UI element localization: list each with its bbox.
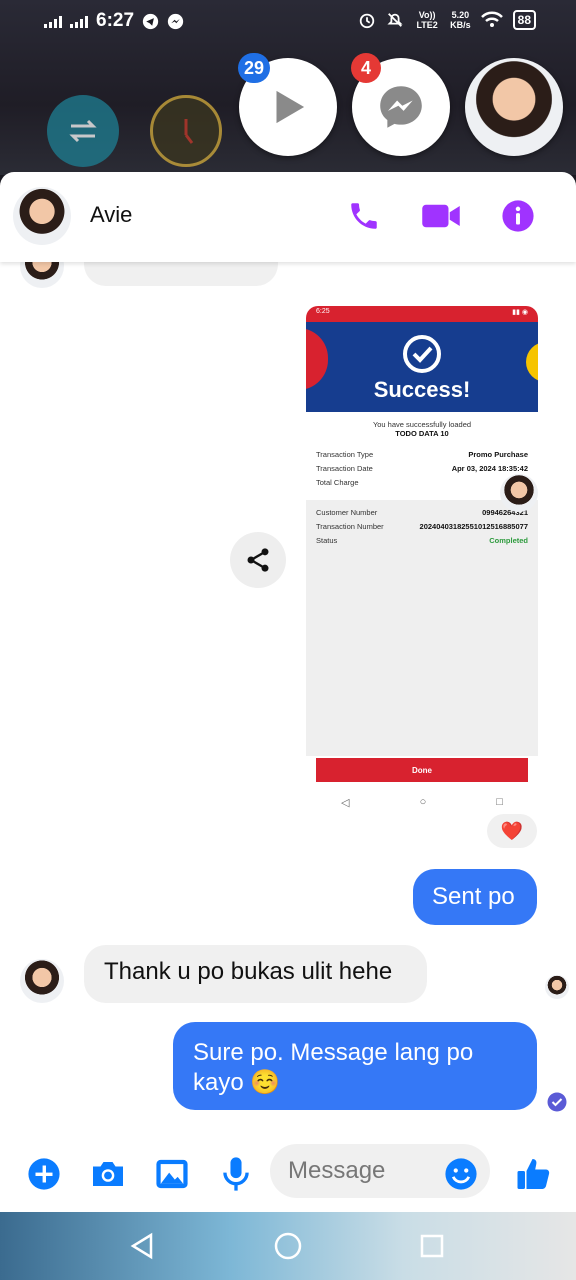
screenshot-status-time: 6:25	[316, 308, 330, 315]
done-button: Done	[316, 758, 528, 782]
image-icon	[156, 1159, 188, 1189]
receipt-row-value: 20240403182551012516885077	[419, 522, 528, 531]
message-list[interactable]: 09946264321 6:25▮▮ ◉ Success! You have s…	[0, 262, 576, 1140]
unread-badge: 29	[238, 53, 271, 83]
shared-screenshot-image[interactable]: 6:25 ▮▮ ◉ Success! You have successfully …	[306, 306, 538, 816]
video-camera-icon	[422, 204, 460, 228]
message-bubble-outgoing[interactable]: Sent po	[413, 869, 537, 925]
message-bubble-outgoing[interactable]: Sure po. Message lang po kayo ☺️	[173, 1022, 537, 1110]
receipt-rows-bottom: Customer Number 09946264321 Transaction Nu…	[306, 506, 538, 548]
unread-badge: 4	[351, 53, 381, 83]
receipt-row-label: Status	[316, 536, 338, 545]
sender-avatar	[20, 959, 64, 1003]
speed-unit: KB/s	[450, 20, 471, 30]
emoji-icon	[445, 1158, 477, 1190]
receipt-details-panel: Customer Number 09946264321 Transaction Nu…	[306, 500, 538, 756]
messenger-icon	[380, 86, 422, 128]
more-actions-button[interactable]	[24, 1154, 64, 1194]
check-circle-icon	[403, 335, 441, 373]
conversation-info-button[interactable]	[498, 196, 538, 236]
receipt-product: TODO DATA 10	[395, 429, 449, 438]
receipt-subtitle: You have successfully loaded	[372, 420, 472, 429]
like-button[interactable]	[514, 1154, 554, 1194]
nav-recents-button[interactable]	[415, 1229, 449, 1263]
contact-name[interactable]: Avie	[90, 202, 132, 228]
camera-icon	[93, 1162, 123, 1186]
telegram-icon	[142, 13, 159, 29]
background-app-icon	[47, 95, 119, 167]
delivered-check-icon	[547, 1092, 567, 1112]
receipt-row-value: Completed	[489, 536, 528, 545]
success-title: Success!	[373, 377, 471, 402]
receipt-row-label: Transaction Date	[316, 464, 373, 473]
recents-icon: □	[496, 796, 503, 808]
sender-avatar	[20, 262, 64, 288]
overlay-avatar	[500, 474, 538, 512]
gallery-button[interactable]	[152, 1154, 192, 1194]
transfer-icon	[69, 119, 97, 143]
network-label: Vo)) LTE2	[416, 10, 438, 30]
receipt-row-label: Customer Number	[316, 508, 378, 517]
info-icon	[502, 200, 534, 232]
home-icon: ○	[419, 796, 427, 808]
signal-1-icon	[44, 14, 62, 28]
receipt-row: Transaction Date Apr 03, 2024 18:35:42	[306, 462, 538, 476]
receipt-row-label: Transaction Number	[316, 522, 384, 531]
audio-call-button[interactable]	[344, 196, 384, 236]
back-icon: ◁	[341, 797, 350, 809]
battery-indicator: 88	[512, 10, 536, 30]
chat-head-avie[interactable]	[465, 58, 563, 156]
play-icon	[276, 90, 305, 124]
speed-value: 5.20	[451, 10, 470, 20]
thumbs-up-icon	[517, 1159, 550, 1189]
status-bar: 6:27 Vo)) LTE2 5.20 KB/s 88	[0, 0, 576, 44]
success-banner: Success!	[306, 322, 538, 412]
message-composer	[0, 1140, 576, 1212]
background-clock-icon	[150, 95, 222, 167]
speed-indicator: 5.20 KB/s	[450, 10, 471, 30]
plus-icon	[28, 1158, 60, 1190]
receipt-row: Transaction Number 2024040318255101251688…	[306, 520, 538, 534]
home-circle-icon	[274, 1232, 302, 1260]
share-icon	[247, 548, 269, 572]
messenger-status-icon	[167, 13, 184, 29]
recents-square-icon	[420, 1234, 444, 1258]
wifi-icon	[480, 11, 503, 27]
mute-icon	[387, 13, 403, 27]
nav-home-button[interactable]	[271, 1229, 305, 1263]
status-time: 6:27	[96, 10, 135, 31]
video-call-button[interactable]	[421, 196, 461, 236]
nav-back-button[interactable]	[125, 1229, 159, 1263]
receipt-row: Customer Number 09946264321	[306, 506, 538, 520]
receipt-row: Status Completed	[306, 534, 538, 548]
system-navigation-bar	[0, 1212, 576, 1280]
receipt-row: Transaction Type Promo Purchase	[306, 448, 538, 462]
screenshot-nav-bar: ◁ ○ □	[306, 796, 538, 809]
alarm-icon	[359, 13, 375, 29]
reaction-badge[interactable]: ❤️	[487, 814, 537, 848]
receipt-row-value: Promo Purchase	[468, 450, 528, 459]
camera-button[interactable]	[88, 1154, 128, 1194]
seen-receipt-avatar	[545, 975, 569, 999]
voice-message-button[interactable]	[216, 1154, 256, 1194]
screenshot-status-bar: 6:25 ▮▮ ◉	[306, 306, 538, 322]
microphone-icon	[223, 1157, 249, 1191]
receipt-body: You have successfully loaded TODO DATA 1…	[306, 412, 538, 756]
share-button[interactable]	[230, 532, 286, 588]
conversation-header: Avie	[0, 172, 576, 262]
emoji-button[interactable]	[441, 1154, 481, 1194]
receipt-row-label: Total Charge	[316, 478, 359, 487]
signal-2-icon	[70, 14, 88, 28]
message-bubble-incoming[interactable]: 09946264321	[84, 262, 278, 286]
back-triangle-icon	[130, 1232, 153, 1260]
contact-avatar[interactable]	[13, 187, 71, 245]
receipt-row-label: Transaction Type	[316, 450, 374, 459]
message-bubble-incoming[interactable]: Thank u po bukas ulit hehe	[84, 945, 427, 1003]
phone-icon	[351, 203, 377, 229]
